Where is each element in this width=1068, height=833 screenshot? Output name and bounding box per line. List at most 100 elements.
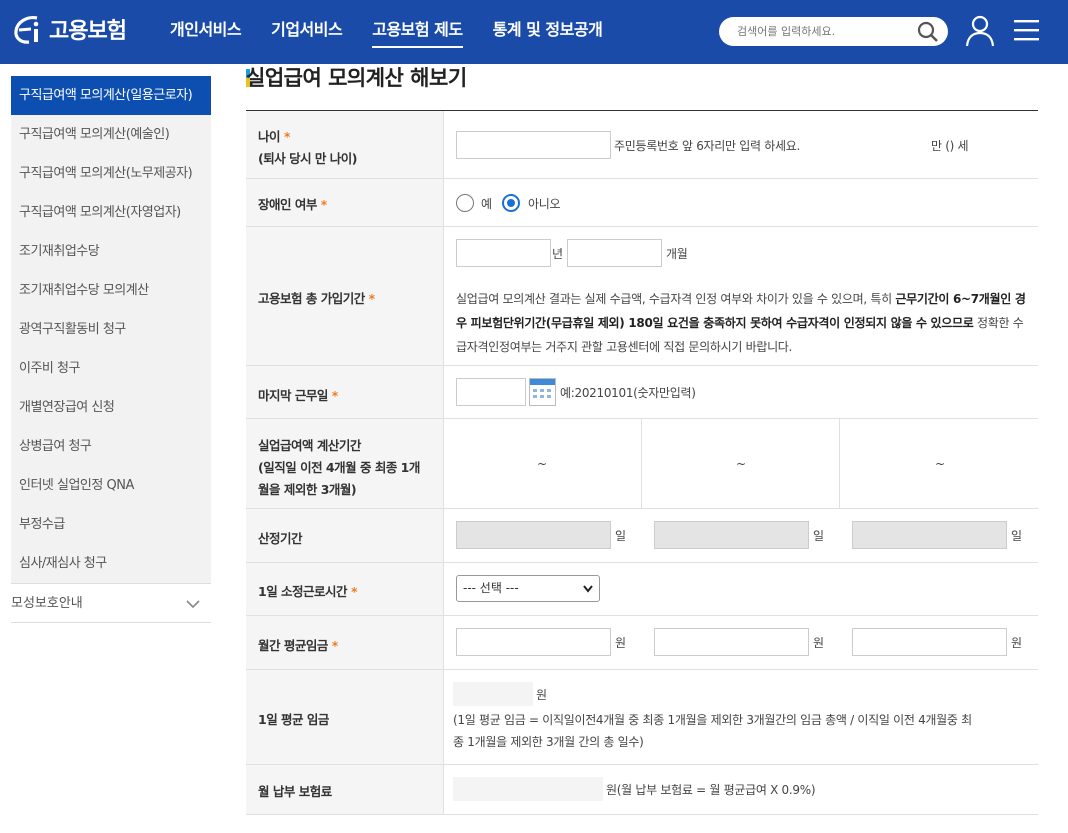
calc-form: 나이 * (퇴사 당시 만 나이) 주민등록번호 앞 6자리만 입력 하세요. 만…	[246, 110, 1038, 815]
disability-label: 장애인 여부	[258, 197, 317, 212]
calc-period-sub-label-1: (일직일 이전 4개월 중 최종 1개	[258, 460, 420, 475]
calc-period-row: 실업급여액 계산기간 (일직일 이전 4개월 중 최종 1개 월을 제외한 3개…	[246, 419, 1038, 509]
period-years-input[interactable]	[456, 239, 551, 267]
last-day-label: 마지막 근무일	[258, 388, 328, 403]
monthly-wage-unit-1: 원	[615, 636, 626, 650]
calc-days-row: 산정기간 일 일 일	[246, 509, 1038, 563]
disability-yes-radio[interactable]	[456, 194, 474, 212]
period-months-unit: 개월	[666, 247, 688, 261]
premium-value	[453, 777, 603, 801]
menu-icon[interactable]	[1013, 18, 1040, 42]
chevron-down-icon	[583, 585, 593, 593]
daily-hours-select[interactable]: --- 선택 ---	[456, 575, 600, 602]
required-icon: *	[331, 639, 338, 653]
nav-insurance-system[interactable]: 고용보험 제도	[372, 0, 463, 64]
calc-period-month-3: ~	[935, 457, 945, 471]
user-icon[interactable]	[964, 14, 996, 48]
main-nav: 개인서비스 기업서비스 고용보험 제도 통계 및 정보공개	[170, 0, 632, 64]
monthly-wage-row: 월간 평균임금 * 원 원 원	[246, 616, 1038, 670]
sidebar-item-sickness-benefit[interactable]: 상병급여 청구	[11, 427, 211, 466]
monthly-wage-input-3[interactable]	[852, 628, 1007, 656]
daily-hours-row: 1일 소정근로시간 * --- 선택 ---	[246, 563, 1038, 616]
age-result: 만 () 세	[931, 139, 969, 153]
daily-wage-formula-2: 종 1개월을 제외한 3개월 간의 총 일수)	[453, 735, 644, 749]
required-icon: *	[368, 292, 375, 306]
header: 고용보험 개인서비스 기업서비스 고용보험 제도 통계 및 정보공개	[0, 0, 1068, 64]
monthly-wage-unit-2: 원	[813, 636, 824, 650]
logo-text: 고용보험	[49, 19, 127, 44]
sidebar-item-appeal[interactable]: 심사/재심사 청구	[11, 544, 211, 583]
search-box	[719, 17, 948, 46]
sidebar-item-extended-benefit[interactable]: 개별연장급여 신청	[11, 388, 211, 427]
last-day-row: 마지막 근무일 * 예:20210101(숫자만입력)	[246, 366, 1038, 419]
period-label: 고용보험 총 가입기간	[258, 291, 365, 306]
calendar-icon[interactable]	[529, 378, 556, 406]
logo-mark-icon	[14, 16, 39, 44]
monthly-wage-label: 월간 평균임금	[258, 638, 328, 653]
daily-hours-label: 1일 소정근로시간	[258, 584, 348, 599]
daily-wage-row: 1일 평균 임금 원 (1일 평균 임금 = 이직일이전4개월 중 최종 1개월…	[246, 670, 1038, 765]
sidebar-item-early-reemployment[interactable]: 조기재취업수당	[11, 232, 211, 271]
calc-period-sub-label-2: 월을 제외한 3개월)	[258, 482, 357, 497]
calc-days-unit-3: 일	[1011, 529, 1022, 543]
nav-business[interactable]: 기업서비스	[271, 0, 343, 64]
daily-wage-formula-1: (1일 평균 임금 = 이직일이전4개월 중 최종 1개월을 제외한 3개월간의…	[453, 713, 972, 727]
disability-yes-label: 예	[481, 197, 492, 211]
sidebar-item-artist-calc[interactable]: 구직급여액 모의계산(예술인)	[11, 115, 211, 154]
page-title: 실업급여 모의계산 해보기	[246, 66, 467, 90]
sidebar-item-relocation[interactable]: 이주비 청구	[11, 349, 211, 388]
notice-text-1: 실업급여 모의계산 결과는 실제 수급액, 수급자격 인정 여부와 차이가 있을…	[456, 292, 896, 306]
sidebar-group-maternity[interactable]: 모성보호안내	[11, 583, 211, 623]
sidebar-item-job-search-expense[interactable]: 광역구직활동비 청구	[11, 310, 211, 349]
period-notice: 실업급여 모의계산 결과는 실제 수급액, 수급자격 인정 여부와 차이가 있을…	[456, 287, 1028, 359]
calc-days-unit-2: 일	[813, 529, 824, 543]
monthly-wage-unit-3: 원	[1011, 636, 1022, 650]
calc-days-unit-1: 일	[615, 529, 626, 543]
calc-period-label: 실업급여액 계산기간	[258, 438, 361, 453]
disability-no-radio[interactable]	[502, 194, 520, 212]
required-icon: *	[284, 130, 290, 144]
birthdate-input[interactable]	[456, 131, 611, 159]
period-row: 고용보험 총 가입기간 * 년 개월 실업급여 모의계산 결과는 실제 수급액, …	[246, 227, 1038, 366]
sidebar-item-self-employed-calc[interactable]: 구직급여액 모의계산(자영업자)	[11, 193, 211, 232]
premium-note: 원(월 납부 보험료 = 월 평균급여 X 0.9%)	[606, 783, 816, 797]
sidebar: 구직급여액 모의계산(일용근로자) 구직급여액 모의계산(예술인) 구직급여액 …	[11, 76, 211, 623]
calc-days-input-1	[456, 521, 611, 549]
calc-days-input-3	[852, 521, 1007, 549]
nav-personal[interactable]: 개인서비스	[170, 0, 242, 64]
calc-days-label: 산정기간	[258, 531, 303, 546]
premium-row: 월 납부 보험료 원(월 납부 보험료 = 월 평균급여 X 0.9%)	[246, 765, 1038, 815]
chevron-down-icon	[186, 600, 200, 609]
period-years-unit: 년	[552, 247, 563, 261]
calc-period-month-1: ~	[537, 457, 547, 471]
disability-row: 장애인 여부 * 예 아니오	[246, 179, 1038, 227]
daily-wage-value	[453, 682, 533, 706]
nav-statistics[interactable]: 통계 및 정보공개	[493, 0, 603, 64]
required-icon: *	[351, 585, 357, 599]
period-months-input[interactable]	[567, 239, 662, 267]
sidebar-group-label: 모성보호안내	[11, 596, 83, 611]
last-day-input[interactable]	[456, 378, 526, 406]
logo[interactable]: 고용보험	[11, 12, 127, 46]
age-sub-label: (퇴사 당시 만 나이)	[258, 151, 357, 166]
age-label: 나이	[258, 129, 281, 144]
sidebar-item-qna[interactable]: 인터넷 실업인정 QNA	[11, 466, 211, 505]
premium-label: 월 납부 보험료	[258, 784, 332, 799]
sidebar-item-daily-worker-calc[interactable]: 구직급여액 모의계산(일용근로자)	[11, 76, 211, 115]
disability-no-label: 아니오	[528, 197, 561, 211]
birthdate-hint: 주민등록번호 앞 6자리만 입력 하세요.	[614, 139, 801, 153]
search-input[interactable]	[737, 22, 907, 41]
calc-period-month-2: ~	[736, 457, 746, 471]
required-icon: *	[320, 198, 327, 212]
search-icon[interactable]	[916, 20, 940, 44]
monthly-wage-input-2[interactable]	[654, 628, 809, 656]
sidebar-item-fraud[interactable]: 부정수급	[11, 505, 211, 544]
calc-days-input-2	[654, 521, 809, 549]
required-icon: *	[331, 389, 338, 403]
daily-hours-selected: --- 선택 ---	[463, 581, 519, 595]
monthly-wage-input-1[interactable]	[456, 628, 611, 656]
daily-wage-unit: 원	[536, 688, 547, 702]
sidebar-item-early-reemployment-calc[interactable]: 조기재취업수당 모의계산	[11, 271, 211, 310]
sidebar-item-labor-provider-calc[interactable]: 구직급여액 모의계산(노무제공자)	[11, 154, 211, 193]
last-day-hint: 예:20210101(숫자만입력)	[560, 386, 696, 400]
